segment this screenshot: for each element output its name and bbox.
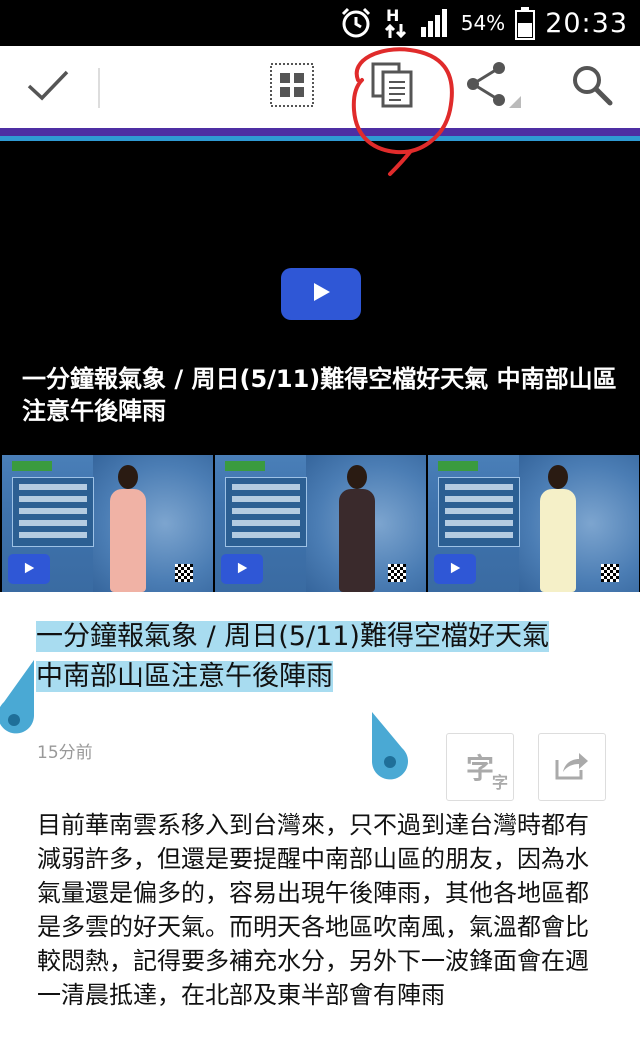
weather-board (225, 477, 307, 547)
presenter (335, 465, 379, 592)
clock-time: 20:33 (545, 7, 628, 39)
alarm-clock-icon (339, 6, 373, 40)
presenter (106, 465, 150, 592)
selection-start-handle[interactable] (0, 660, 36, 734)
article-body: 目前華南雲系移入到台灣來，只不過到達台灣時都有減弱許多，但還是要提醒中南部山區的… (37, 811, 589, 1009)
copy-button[interactable] (364, 46, 420, 128)
selected-title-line-1: 一分鐘報氣象 / 周日(5/11)難得空檔好天氣 (36, 621, 549, 652)
presenter-head (118, 465, 138, 489)
qr-code (601, 564, 619, 582)
done-button[interactable] (20, 46, 76, 128)
search-icon (570, 63, 614, 111)
presenter-head (347, 465, 367, 489)
battery-icon (515, 6, 536, 40)
thumb-banner (12, 461, 52, 471)
qr-code (175, 564, 193, 582)
play-icon (235, 560, 249, 579)
thumb-banner (225, 461, 265, 471)
font-size-icon: 字字 (465, 747, 508, 792)
select-all-button[interactable] (264, 46, 320, 128)
video-thumbnail-2[interactable] (215, 455, 426, 592)
thumb-banner (438, 461, 478, 471)
font-size-button[interactable]: 字字 (446, 733, 514, 801)
search-button[interactable] (564, 46, 620, 128)
screen: H 54% 20:33 一分鐘報氣象 / 周日(5/11)難得空檔好天氣 中南部… (0, 0, 640, 1053)
play-icon (22, 560, 36, 579)
svg-text:H: H (386, 6, 399, 25)
article-share-button[interactable] (538, 733, 606, 801)
selection-end-handle[interactable] (370, 712, 410, 782)
share-button[interactable] (462, 46, 526, 128)
presenter-dress (110, 489, 146, 592)
thumbnail-play-button[interactable] (434, 554, 476, 584)
presenter-head (548, 465, 568, 489)
video-player[interactable]: 一分鐘報氣象 / 周日(5/11)難得空檔好天氣 中南部山區注意午後陣雨 (0, 141, 640, 453)
thumbnail-play-button[interactable] (8, 554, 50, 584)
hspa-data-icon: H (383, 6, 409, 40)
battery-percent: 54% (460, 11, 506, 35)
weather-board (12, 477, 94, 547)
copy-icon (371, 62, 413, 112)
qr-code (388, 564, 406, 582)
font-size-sub-label: 字 (491, 773, 508, 792)
font-size-label: 字 (465, 752, 494, 785)
grid-icon (270, 63, 314, 111)
status-bar: H 54% 20:33 (0, 0, 640, 46)
toolbar-accent-bar (0, 128, 640, 136)
share-out-icon (555, 750, 589, 784)
presenter-dress (339, 489, 375, 592)
video-thumbnail-1[interactable] (2, 455, 213, 592)
selected-title-line-2: 中南部山區注意午後陣雨 (36, 661, 333, 692)
video-title: 一分鐘報氣象 / 周日(5/11)難得空檔好天氣 中南部山區注意午後陣雨 (22, 365, 617, 425)
check-icon (26, 68, 70, 106)
video-thumbnail-3[interactable] (428, 455, 639, 592)
published-time: 15分前 (37, 743, 93, 763)
video-thumbnail-strip (0, 453, 640, 592)
article-title[interactable]: 一分鐘報氣象 / 周日(5/11)難得空檔好天氣 中南部山區注意午後陣雨 (36, 617, 640, 697)
play-icon (448, 560, 462, 579)
toolbar-divider (98, 68, 100, 108)
signal-icon (419, 7, 451, 39)
action-toolbar (0, 46, 640, 128)
play-icon (309, 280, 333, 308)
share-icon (465, 60, 523, 114)
thumbnail-play-button[interactable] (221, 554, 263, 584)
video-play-button[interactable] (281, 268, 361, 320)
presenter (536, 465, 580, 592)
weather-board (438, 477, 520, 547)
presenter-dress (540, 489, 576, 592)
